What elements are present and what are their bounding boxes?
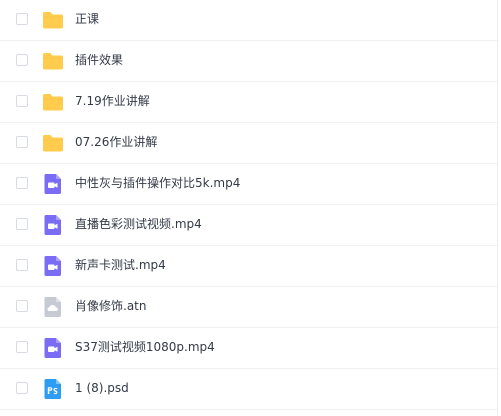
scrollbar-divider (497, 0, 498, 416)
row-checkbox[interactable] (16, 218, 28, 230)
file-name[interactable]: 07.26作业讲解 (75, 134, 157, 150)
row-checkbox[interactable] (16, 177, 28, 189)
video-file-icon (42, 255, 64, 277)
row-checkbox[interactable] (16, 341, 28, 353)
list-item[interactable]: 1 (8).psd (0, 369, 497, 410)
file-name[interactable]: 7.19作业讲解 (75, 93, 150, 109)
row-checkbox[interactable] (16, 95, 28, 107)
list-item[interactable]: 7.19作业讲解 (0, 82, 497, 123)
video-file-icon (42, 214, 64, 236)
file-name[interactable]: 正课 (75, 11, 99, 27)
list-item[interactable]: 07.26作业讲解 (0, 123, 497, 164)
list-item[interactable]: 插件效果 (0, 41, 497, 82)
list-item[interactable]: S37测试视频1080p.mp4 (0, 328, 497, 369)
file-name[interactable]: S37测试视频1080p.mp4 (75, 339, 215, 355)
list-item[interactable]: 正课 (0, 0, 497, 41)
file-name[interactable]: 新声卡测试.mp4 (75, 257, 166, 273)
row-checkbox[interactable] (16, 300, 28, 312)
file-list: 正课 插件效果 7.19作业讲解 07.26作业讲解 中性灰与插件操作对比5k.… (0, 0, 501, 416)
video-file-icon (42, 173, 64, 195)
row-checkbox[interactable] (16, 13, 28, 25)
row-checkbox[interactable] (16, 136, 28, 148)
file-name[interactable]: 中性灰与插件操作对比5k.mp4 (75, 175, 240, 191)
file-name[interactable]: 直播色彩测试视频.mp4 (75, 216, 202, 232)
list-item[interactable]: 中性灰与插件操作对比5k.mp4 (0, 164, 497, 205)
row-checkbox[interactable] (16, 54, 28, 66)
row-checkbox[interactable] (16, 382, 28, 394)
list-item[interactable]: 直播色彩测试视频.mp4 (0, 205, 497, 246)
video-file-icon (42, 337, 64, 359)
cloud-file-icon (42, 296, 64, 318)
list-item[interactable]: 新声卡测试.mp4 (0, 246, 497, 287)
photoshop-file-icon (42, 378, 64, 400)
folder-icon (42, 9, 64, 31)
folder-icon (42, 132, 64, 154)
file-name[interactable]: 1 (8).psd (75, 380, 129, 396)
file-name[interactable]: 肖像修饰.atn (75, 298, 146, 314)
file-name[interactable]: 插件效果 (75, 52, 123, 68)
folder-icon (42, 50, 64, 72)
list-item[interactable]: 肖像修饰.atn (0, 287, 497, 328)
row-checkbox[interactable] (16, 259, 28, 271)
folder-icon (42, 91, 64, 113)
